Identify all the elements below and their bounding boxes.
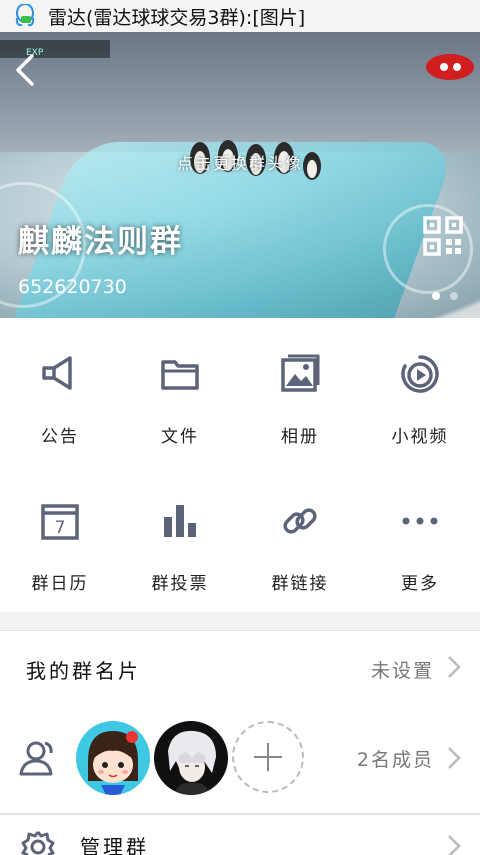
short-video-button[interactable]: 小视频 — [360, 318, 480, 465]
group-name: 麒麟法则群 — [18, 224, 183, 260]
plus-icon — [254, 743, 282, 771]
page-dot — [450, 292, 458, 300]
group-link-button[interactable]: 群链接 — [240, 465, 360, 612]
group-id: 652620730 — [18, 276, 127, 298]
back-button[interactable] — [10, 52, 40, 88]
change-avatar-hint[interactable]: 点击更换群头像 — [0, 150, 480, 174]
chevron-right-icon — [448, 656, 461, 678]
my-group-card-label: 我的群名片 — [26, 659, 141, 683]
vote-label: 群投票 — [151, 574, 209, 594]
page-indicator — [432, 292, 458, 300]
manage-group-row[interactable]: 管理群 — [0, 814, 480, 855]
more-dots-icon — [402, 517, 438, 525]
photo-album-icon — [281, 354, 320, 392]
add-member-button[interactable] — [232, 721, 304, 793]
album-button[interactable]: 相册 — [240, 318, 360, 465]
status-bar: 雷达(雷达球球交易3群):[图片] — [0, 0, 480, 33]
group-link-label: 群链接 — [271, 574, 329, 594]
files-label: 文件 — [161, 427, 199, 447]
qr-code-icon[interactable] — [423, 216, 463, 256]
link-icon — [283, 508, 317, 534]
cartoon-girl-avatar — [88, 731, 138, 795]
short-video-label: 小视频 — [391, 427, 449, 447]
my-group-card-value: 未设置 — [370, 660, 434, 682]
folder-icon — [161, 360, 199, 390]
manage-group-label: 管理群 — [80, 835, 149, 855]
group-header-banner[interactable]: EXP 点击更换群头像 麒麟法则群 652620730 — [0, 32, 480, 318]
chevron-right-icon — [448, 835, 461, 855]
more-label: 更多 — [401, 574, 439, 594]
bar-chart-icon — [164, 505, 196, 537]
notification-text[interactable]: 雷达(雷达球球交易3群):[图片] — [48, 3, 305, 30]
member-avatar[interactable] — [76, 721, 150, 795]
files-button[interactable]: 文件 — [120, 318, 240, 465]
my-group-card-row[interactable]: 我的群名片 未设置 — [0, 630, 480, 704]
calendar-icon: 7 — [41, 504, 79, 540]
member-count: 2名成员 — [356, 749, 434, 771]
vote-button[interactable]: 群投票 — [120, 465, 240, 612]
page-dot-active — [432, 292, 440, 300]
calendar-label: 群日历 — [31, 574, 89, 594]
calendar-button[interactable]: 7 群日历 — [0, 465, 120, 612]
gear-icon — [21, 831, 55, 855]
announcement-button[interactable]: 公告 — [0, 318, 120, 465]
members-icon — [19, 741, 53, 776]
anime-boy-avatar — [168, 730, 216, 795]
announcement-label: 公告 — [41, 427, 79, 447]
more-button[interactable]: 更多 — [360, 465, 480, 612]
feature-grid: 公告 文件 相册 小视频 7 群日历 群投票 群链接 更多 — [0, 318, 480, 612]
video-play-icon — [401, 355, 439, 393]
member-avatar[interactable] — [154, 721, 228, 795]
qq-notification-icon — [15, 4, 35, 27]
megaphone-icon — [42, 356, 72, 390]
game-menu-icon — [426, 54, 474, 80]
chevron-right-icon — [448, 747, 461, 769]
group-members-row[interactable]: 2名成员 — [0, 703, 480, 814]
album-label: 相册 — [281, 427, 319, 447]
calendar-day: 7 — [55, 518, 66, 538]
